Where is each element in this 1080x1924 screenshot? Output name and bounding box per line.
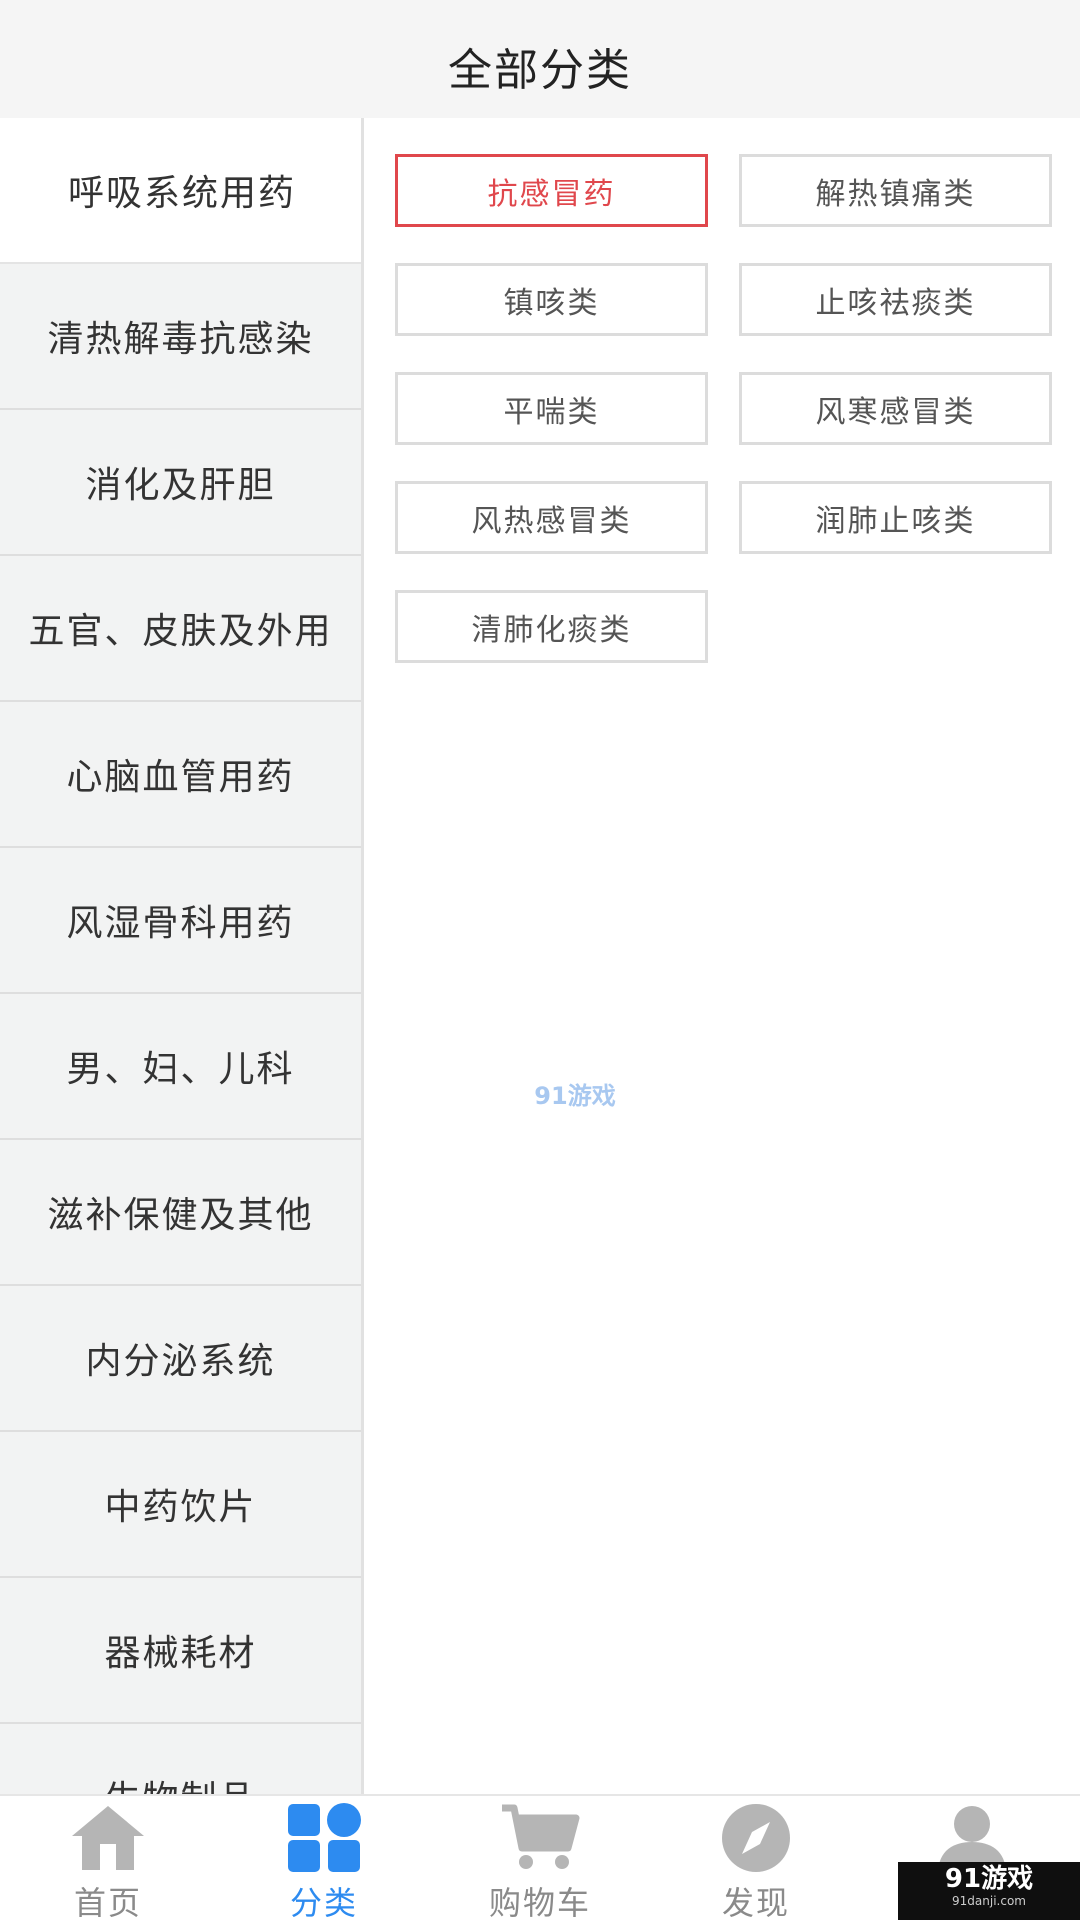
tab-discover-label: 发现	[721, 1884, 790, 1922]
sidebar-item-cardio[interactable]: 心脑血管用药	[0, 702, 361, 848]
sidebar-item-respiratory[interactable]: 呼吸系统用药	[0, 118, 361, 264]
top-bar: 全部分类	[0, 0, 1080, 118]
sidebar-item-facial-skin[interactable]: 五官、皮肤及外用	[0, 556, 361, 702]
sidebar-item-herbal[interactable]: 中药饮片	[0, 1432, 361, 1578]
tab-category[interactable]: 分类	[216, 1796, 432, 1922]
home-icon	[68, 1802, 148, 1874]
tab-cart-label: 购物车	[488, 1884, 591, 1922]
sidebar-item-digestive[interactable]: 消化及肝胆	[0, 410, 361, 556]
subcategory-tag[interactable]: 润肺止咳类	[739, 481, 1052, 554]
subcategory-tag[interactable]: 平喘类	[395, 372, 708, 445]
subcategory-tag[interactable]: 风热感冒类	[395, 481, 708, 554]
corner-url: 91danji.com	[952, 1894, 1026, 1908]
tab-home[interactable]: 首页	[0, 1796, 216, 1922]
sidebar-item-endocrine[interactable]: 内分泌系统	[0, 1286, 361, 1432]
tab-discover[interactable]: 发现	[648, 1796, 864, 1922]
tab-category-label: 分类	[289, 1884, 358, 1922]
category-grid-icon	[284, 1802, 364, 1874]
sidebar-item-antiinfection[interactable]: 清热解毒抗感染	[0, 264, 361, 410]
corner-watermark-badge: 91游戏 91danji.com	[898, 1862, 1080, 1920]
sidebar-item-biologics[interactable]: 生物制品	[0, 1724, 361, 1794]
category-sidebar[interactable]: 呼吸系统用药 清热解毒抗感染 消化及肝胆 五官、皮肤及外用 心脑血管用药 风湿骨…	[0, 118, 364, 1794]
subcategory-tag[interactable]: 风寒感冒类	[739, 372, 1052, 445]
watermark-logo: 91游戏	[534, 1082, 616, 1110]
subcategory-tag[interactable]: 清肺化痰类	[395, 590, 708, 663]
sidebar-item-rheumatism[interactable]: 风湿骨科用药	[0, 848, 361, 994]
subcategory-tag[interactable]: 止咳祛痰类	[739, 263, 1052, 336]
subcategory-tag[interactable]: 抗感冒药	[395, 154, 708, 227]
compass-icon	[716, 1802, 796, 1874]
subcategory-tag[interactable]: 解热镇痛类	[739, 154, 1052, 227]
cart-icon	[500, 1802, 580, 1874]
sidebar-item-tonic[interactable]: 滋补保健及其他	[0, 1140, 361, 1286]
subcategory-panel: 抗感冒药 解热镇痛类 镇咳类 止咳祛痰类 平喘类 风寒感冒类 风热感冒类 润肺止…	[364, 118, 1080, 1794]
corner-brand: 91游戏	[944, 1864, 1034, 1894]
sidebar-item-men-women-children[interactable]: 男、妇、儿科	[0, 994, 361, 1140]
tab-cart[interactable]: 购物车	[432, 1796, 648, 1922]
subcategory-tag[interactable]: 镇咳类	[395, 263, 708, 336]
sidebar-item-devices[interactable]: 器械耗材	[0, 1578, 361, 1724]
page-title: 全部分类	[448, 45, 632, 96]
tab-home-label: 首页	[73, 1884, 142, 1922]
